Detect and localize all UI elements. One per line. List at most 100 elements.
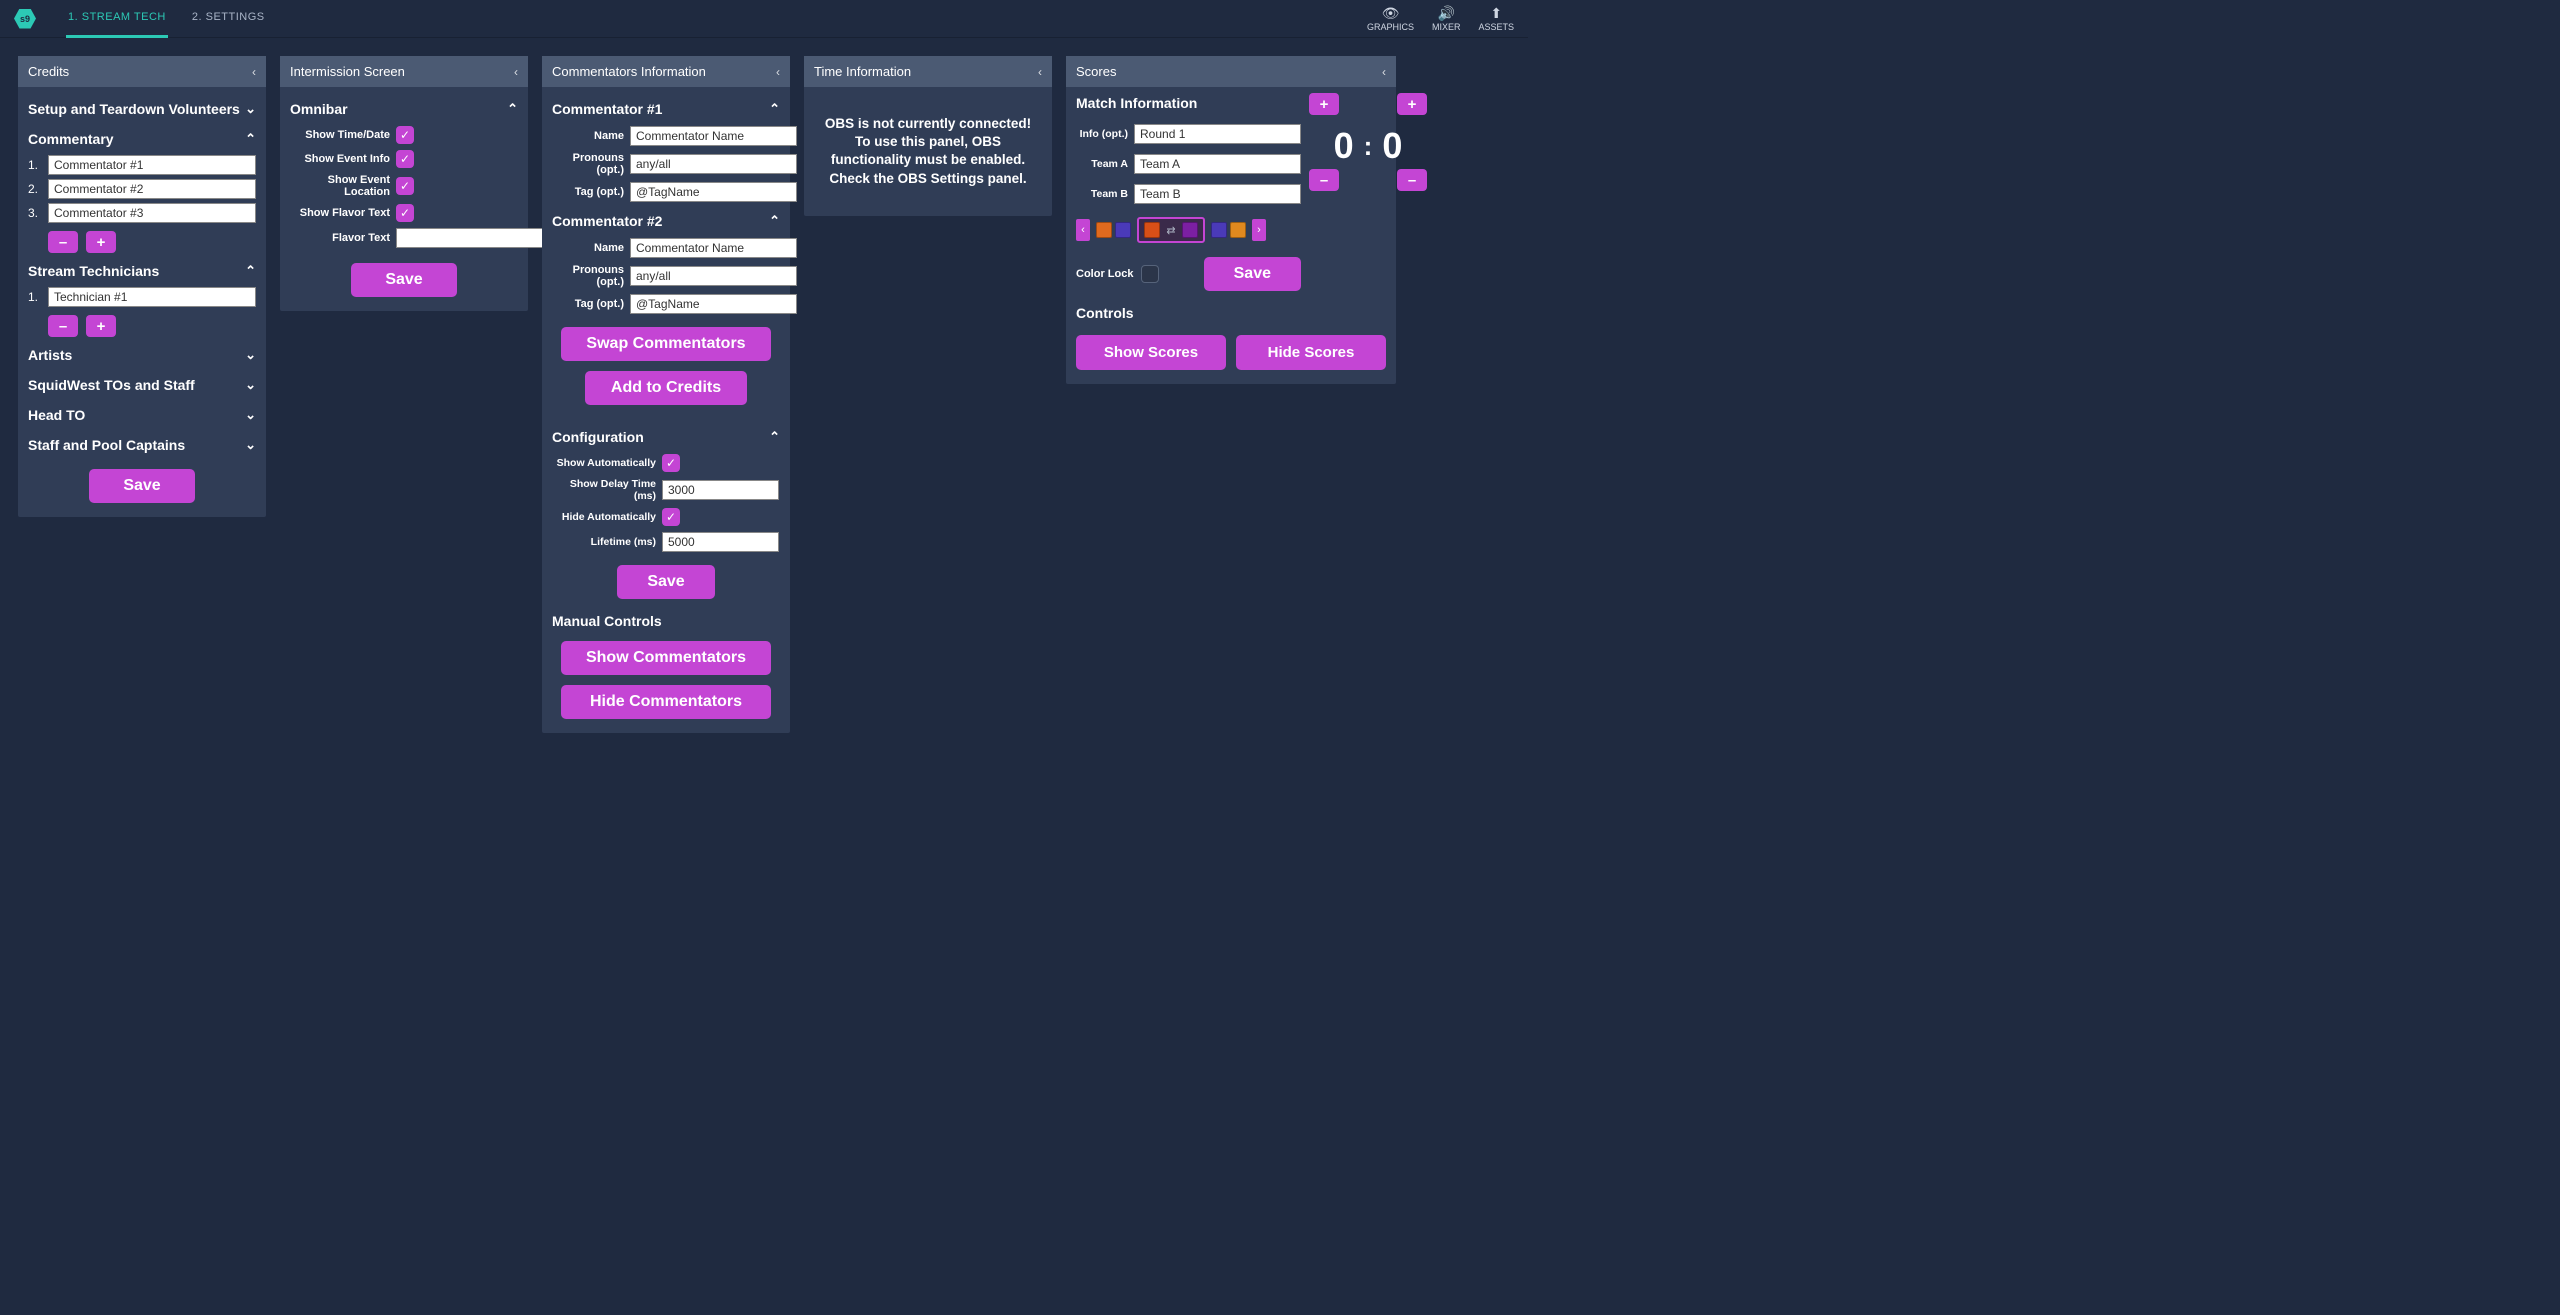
upload-icon: ⬆	[1490, 6, 1502, 20]
c2-name-label: Name	[552, 242, 624, 254]
group-commentary[interactable]: Commentary ⌃	[28, 123, 256, 153]
swatch-next-button[interactable]: ›	[1252, 219, 1266, 241]
color-lock-label: Color Lock	[1076, 268, 1133, 280]
scores-title: Scores	[1076, 64, 1116, 79]
commentators-save-button[interactable]: Save	[617, 565, 714, 599]
commentary-add-button[interactable]: +	[86, 231, 116, 253]
hide-auto-label: Hide Automatically	[552, 511, 656, 523]
teamb-label: Team B	[1076, 188, 1128, 200]
show-timedate-label: Show Time/Date	[290, 129, 390, 141]
group-setup-label: Setup and Teardown Volunteers	[28, 101, 240, 117]
c1-name-label: Name	[552, 130, 624, 142]
commentary-remove-button[interactable]: –	[48, 231, 78, 253]
show-auto-toggle[interactable]: ✓	[662, 454, 680, 472]
c2-pronouns-input[interactable]	[630, 266, 797, 286]
chevron-left-icon: ‹	[776, 65, 780, 79]
c1-pronouns-input[interactable]	[630, 154, 797, 174]
swatch-pair-3[interactable]	[1208, 219, 1249, 241]
swatch[interactable]	[1182, 222, 1198, 238]
flavortext-input[interactable]	[396, 228, 563, 248]
commentator1-group[interactable]: Commentator #1 ⌃	[552, 93, 780, 123]
technician-remove-button[interactable]: –	[48, 315, 78, 337]
assets-button[interactable]: ⬆ ASSETS	[1478, 6, 1514, 32]
commentator2-group[interactable]: Commentator #2 ⌃	[552, 205, 780, 235]
swatch[interactable]	[1230, 222, 1246, 238]
swatch-pair-selected[interactable]: ⇄	[1137, 217, 1205, 243]
show-eventinfo-toggle[interactable]: ✓	[396, 150, 414, 168]
scores-header[interactable]: Scores ‹	[1066, 56, 1396, 87]
teama-input[interactable]	[1134, 154, 1301, 174]
commentator-input-2[interactable]	[48, 179, 256, 199]
tab-settings[interactable]: 2. SETTINGS	[190, 0, 267, 38]
chevron-left-icon: ‹	[252, 65, 256, 79]
score-a-minus-button[interactable]: –	[1309, 169, 1339, 191]
commentator1-label: Commentator #1	[552, 101, 662, 117]
group-stream-technicians[interactable]: Stream Technicians ⌃	[28, 255, 256, 285]
intermission-header[interactable]: Intermission Screen ‹	[280, 56, 528, 87]
technician-input-1[interactable]	[48, 287, 256, 307]
group-staff-captains[interactable]: Staff and Pool Captains ⌄	[28, 429, 256, 459]
swatch-pair-1[interactable]	[1093, 219, 1134, 241]
chevron-down-icon: ⌄	[245, 101, 256, 117]
info-input[interactable]	[1134, 124, 1301, 144]
swatch[interactable]	[1144, 222, 1160, 238]
group-tos-staff[interactable]: SquidWest TOs and Staff ⌄	[28, 369, 256, 399]
hide-scores-button[interactable]: Hide Scores	[1236, 335, 1386, 370]
timeinfo-header[interactable]: Time Information ‹	[804, 56, 1052, 87]
score-b: 0	[1382, 125, 1402, 167]
group-artists-label: Artists	[28, 347, 72, 363]
lifetime-input[interactable]	[662, 532, 779, 552]
match-info-group[interactable]: Match Information	[1076, 93, 1301, 117]
workspace-tabs: 1. STREAM TECH 2. SETTINGS	[66, 0, 267, 38]
commentary-row-1: 1.	[28, 155, 256, 175]
hide-commentators-button[interactable]: Hide Commentators	[561, 685, 771, 719]
intermission-save-button[interactable]: Save	[351, 263, 456, 297]
graphics-button[interactable]: 👁 GRAPHICS	[1367, 6, 1414, 32]
show-eventlocation-toggle[interactable]: ✓	[396, 177, 414, 195]
hide-auto-toggle[interactable]: ✓	[662, 508, 680, 526]
show-commentators-button[interactable]: Show Commentators	[561, 641, 771, 675]
show-timedate-toggle[interactable]: ✓	[396, 126, 414, 144]
group-streamtech-label: Stream Technicians	[28, 263, 159, 279]
show-flavortext-toggle[interactable]: ✓	[396, 204, 414, 222]
configuration-group[interactable]: Configuration ⌃	[552, 421, 780, 451]
teamb-input[interactable]	[1134, 184, 1301, 204]
c2-tag-input[interactable]	[630, 294, 797, 314]
c2-pronouns-label: Pronouns (opt.)	[552, 264, 624, 288]
commentator-input-1[interactable]	[48, 155, 256, 175]
commentators-header[interactable]: Commentators Information ‹	[542, 56, 790, 87]
group-setup-volunteers[interactable]: Setup and Teardown Volunteers ⌄	[28, 93, 256, 123]
group-head-to[interactable]: Head TO ⌄	[28, 399, 256, 429]
app-logo[interactable]	[14, 9, 36, 29]
score-a-plus-button[interactable]: +	[1309, 93, 1339, 115]
score-b-minus-button[interactable]: –	[1397, 169, 1427, 191]
credits-save-button[interactable]: Save	[89, 469, 194, 503]
swap-commentators-button[interactable]: Swap Commentators	[561, 327, 771, 361]
show-delay-label: Show Delay Time (ms)	[552, 478, 656, 502]
swatch[interactable]	[1115, 222, 1131, 238]
swatch[interactable]	[1211, 222, 1227, 238]
show-scores-button[interactable]: Show Scores	[1076, 335, 1226, 370]
swatch-prev-button[interactable]: ‹	[1076, 219, 1090, 241]
group-artists[interactable]: Artists ⌄	[28, 339, 256, 369]
technician-add-button[interactable]: +	[86, 315, 116, 337]
chevron-up-icon: ⌃	[769, 429, 780, 445]
c1-name-input[interactable]	[630, 126, 797, 146]
c1-tag-input[interactable]	[630, 182, 797, 202]
chevron-up-icon: ⌃	[769, 213, 780, 229]
omnibar-group[interactable]: Omnibar ⌃	[290, 93, 518, 123]
color-lock-toggle[interactable]	[1141, 265, 1159, 283]
tab-stream-tech[interactable]: 1. STREAM TECH	[66, 0, 168, 38]
credits-header[interactable]: Credits ‹	[18, 56, 266, 87]
commentator-input-3[interactable]	[48, 203, 256, 223]
mixer-button[interactable]: 🔊 MIXER	[1432, 6, 1461, 32]
swatch[interactable]	[1096, 222, 1112, 238]
add-to-credits-button[interactable]: Add to Credits	[585, 371, 747, 405]
c2-name-input[interactable]	[630, 238, 797, 258]
scores-save-button[interactable]: Save	[1204, 257, 1301, 291]
timeinfo-title: Time Information	[814, 64, 911, 79]
group-staff-label: Staff and Pool Captains	[28, 437, 185, 453]
configuration-label: Configuration	[552, 429, 644, 445]
score-b-plus-button[interactable]: +	[1397, 93, 1427, 115]
show-delay-input[interactable]	[662, 480, 779, 500]
